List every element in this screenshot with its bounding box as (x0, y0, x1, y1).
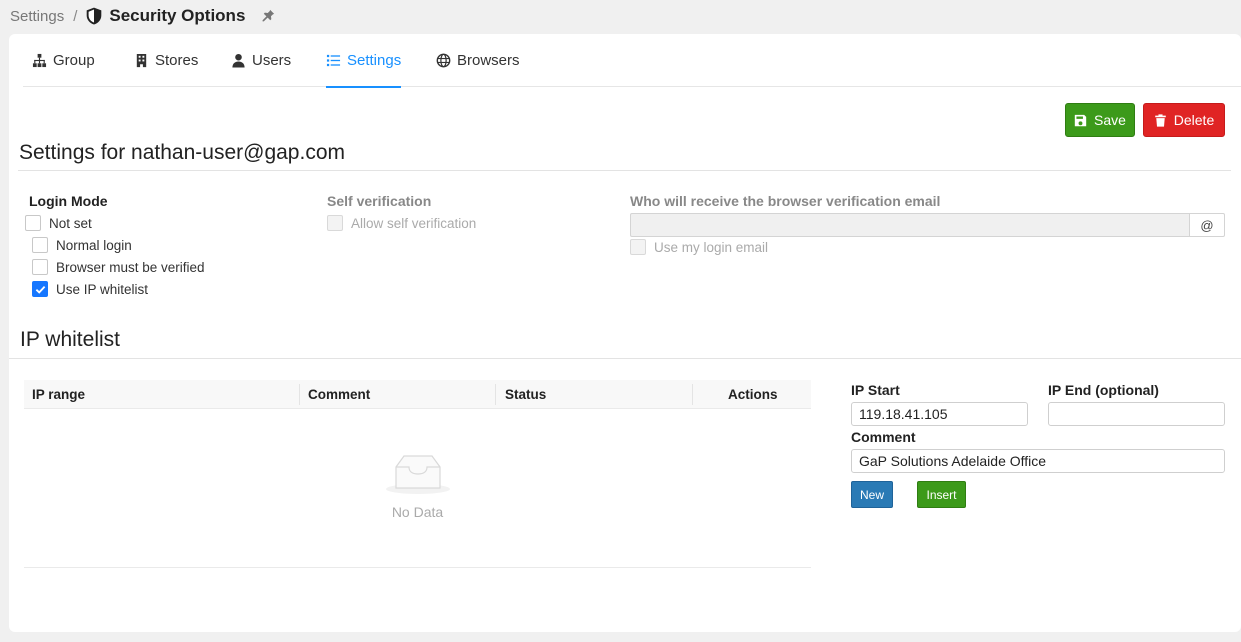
column-header-comment[interactable]: Comment (308, 380, 370, 409)
tab-users[interactable]: Users (231, 34, 291, 87)
delete-button-label: Delete (1173, 112, 1215, 128)
pin-icon[interactable] (261, 9, 275, 23)
tab-settings-label: Settings (347, 52, 402, 69)
empty-inbox-icon (386, 455, 450, 494)
login-mode-label: Login Mode (29, 193, 108, 209)
not-set-checkbox[interactable] (25, 215, 41, 231)
insert-button[interactable]: Insert (917, 481, 966, 508)
ip-start-label: IP Start (851, 382, 900, 398)
verification-email-input (630, 213, 1189, 237)
breadcrumb-separator: / (73, 7, 78, 25)
ip-whitelist-label: Use IP whitelist (56, 281, 149, 297)
login-mode-browser-verified[interactable]: Browser must be verified (32, 259, 205, 275)
use-login-email-label: Use my login email (654, 239, 769, 255)
user-icon (232, 53, 245, 68)
tab-stores-label: Stores (155, 52, 199, 69)
trash-icon (1154, 113, 1166, 127)
tab-group-label: Group (53, 52, 95, 69)
login-mode-ip-whitelist[interactable]: Use IP whitelist (32, 281, 148, 297)
normal-login-checkbox[interactable] (32, 237, 48, 253)
ip-whitelist-checkbox[interactable] (32, 281, 48, 297)
main-card: Group Stores Users Settings Browsers Sav… (9, 34, 1241, 632)
column-divider (692, 384, 693, 405)
ip-end-label: IP End (optional) (1048, 382, 1159, 398)
tab-bar: Group Stores Users Settings Browsers (23, 34, 1241, 88)
globe-icon (436, 53, 451, 68)
column-divider (299, 384, 300, 405)
checkmark-icon (35, 285, 45, 294)
settings-heading: Settings for nathan-user@gap.com (19, 141, 345, 164)
use-login-email: Use my login email (630, 239, 768, 255)
browser-verified-checkbox[interactable] (32, 259, 48, 275)
column-header-actions: Actions (728, 387, 778, 402)
page-title: Security Options (109, 6, 246, 25)
browser-verified-label: Browser must be verified (56, 259, 205, 275)
ip-end-input[interactable] (1048, 402, 1225, 426)
self-verification-label: Self verification (327, 193, 432, 209)
comment-label: Comment (851, 429, 916, 445)
allow-self-verification-label: Allow self verification (351, 215, 477, 231)
ip-whitelist-table: IP range Comment Status Actions No Data (24, 380, 811, 568)
allow-self-verification-checkbox (327, 215, 343, 231)
verification-email-label: Who will receive the browser verificatio… (630, 193, 941, 209)
use-login-email-checkbox (630, 239, 646, 255)
tab-browsers-label: Browsers (457, 52, 520, 69)
divider (9, 358, 1241, 359)
at-sign-addon: @ (1189, 213, 1225, 237)
tab-stores[interactable]: Stores (134, 34, 198, 87)
verification-email-field: @ (630, 213, 1225, 237)
save-button-label: Save (1094, 112, 1126, 128)
allow-self-verification: Allow self verification (327, 215, 476, 231)
delete-button[interactable]: Delete (1143, 103, 1225, 137)
shield-icon (87, 7, 102, 25)
comment-input[interactable] (851, 449, 1225, 473)
column-header-ip-range[interactable]: IP range (32, 380, 85, 409)
sitemap-icon (32, 53, 47, 68)
normal-login-label: Normal login (56, 237, 132, 253)
floppy-disk-icon (1074, 114, 1087, 126)
list-icon (326, 54, 341, 67)
ip-start-input[interactable] (851, 402, 1028, 426)
tab-browsers[interactable]: Browsers (436, 34, 520, 87)
tab-group[interactable]: Group (32, 34, 95, 87)
column-header-status[interactable]: Status (505, 380, 546, 409)
login-mode-not-set[interactable]: Not set (25, 215, 92, 231)
breadcrumb: Settings / Security Options (10, 4, 275, 28)
ip-whitelist-heading: IP whitelist (20, 328, 120, 351)
column-divider (495, 384, 496, 405)
tab-users-label: Users (252, 52, 292, 69)
not-set-label: Not set (49, 215, 92, 231)
new-button[interactable]: New (851, 481, 893, 508)
breadcrumb-settings-link[interactable]: Settings (10, 8, 64, 25)
login-mode-normal[interactable]: Normal login (32, 237, 132, 253)
building-icon (136, 53, 147, 68)
empty-state-text: No Data (391, 504, 444, 520)
tab-settings[interactable]: Settings (326, 34, 402, 88)
divider (18, 170, 1231, 171)
save-button[interactable]: Save (1065, 103, 1135, 137)
table-header: IP range Comment Status Actions (24, 380, 811, 409)
